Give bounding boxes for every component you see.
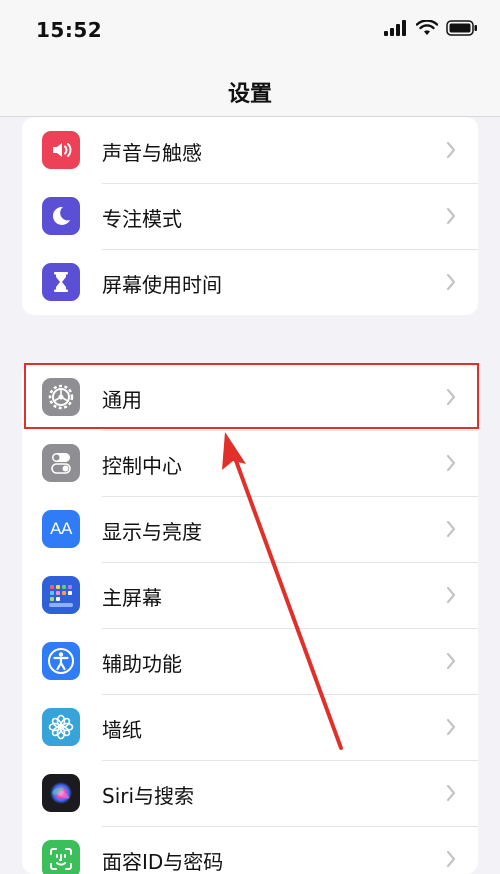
row-separator	[102, 183, 478, 184]
settings-row-face-id[interactable]: 面容ID与密码	[22, 826, 478, 874]
settings-row-label: 主屏幕	[102, 586, 162, 610]
settings-row-focus[interactable]: 专注模式	[22, 183, 478, 249]
chevron-right-icon	[446, 586, 456, 604]
settings-row-display[interactable]: AA 显示与亮度	[22, 496, 478, 562]
settings-row-label: 控制中心	[102, 454, 182, 478]
chevron-right-icon	[446, 141, 456, 159]
home-grid-icon	[42, 576, 80, 614]
wifi-icon	[416, 20, 438, 35]
settings-row-accessibility[interactable]: 辅助功能	[22, 628, 478, 694]
row-separator	[102, 430, 478, 431]
moon-icon	[42, 197, 80, 235]
settings-row-label: 屏幕使用时间	[102, 273, 222, 297]
settings-row-label: 墙纸	[102, 718, 142, 742]
status-time: 15:52	[36, 18, 103, 42]
row-separator	[102, 496, 478, 497]
settings-row-label: 声音与触感	[102, 141, 202, 165]
row-separator	[102, 760, 478, 761]
settings-row-home-screen[interactable]: 主屏幕	[22, 562, 478, 628]
chevron-right-icon	[446, 454, 456, 472]
nav-bar: 设置	[0, 60, 500, 117]
settings-row-label: 通用	[102, 388, 142, 412]
settings-row-label: 辅助功能	[102, 652, 182, 676]
settings-row-label: 显示与亮度	[102, 520, 202, 544]
flower-icon	[42, 708, 80, 746]
settings-group-1: 声音与触感 专注模式 屏幕使用时间	[22, 117, 478, 315]
chevron-right-icon	[446, 388, 456, 406]
speaker-icon	[42, 131, 80, 169]
faceid-icon	[42, 840, 80, 874]
chevron-right-icon	[446, 273, 456, 291]
aa-icon: AA	[42, 510, 80, 548]
aa-icon-text: AA	[50, 519, 72, 538]
settings-row-label: Siri与搜索	[102, 784, 195, 808]
settings-row-siri[interactable]: Siri与搜索	[22, 760, 478, 826]
chevron-right-icon	[446, 850, 456, 868]
settings-row-label: 专注模式	[102, 207, 182, 231]
cellular-signal-icon	[384, 20, 406, 36]
chevron-right-icon	[446, 520, 456, 538]
chevron-right-icon	[446, 784, 456, 802]
siri-icon	[42, 774, 80, 812]
hourglass-icon	[42, 263, 80, 301]
settings-row-label: 面容ID与密码	[102, 850, 224, 874]
status-bar: 15:52	[0, 0, 500, 60]
row-separator	[102, 628, 478, 629]
settings-group-2: 通用 控制中心 AA 显示与亮度 主屏幕 辅助功能 墙纸 Siri与搜索 面容I…	[22, 364, 478, 874]
row-separator	[102, 249, 478, 250]
accessibility-icon	[42, 642, 80, 680]
toggles-icon	[42, 444, 80, 482]
settings-row-control-center[interactable]: 控制中心	[22, 430, 478, 496]
page-title: 设置	[227, 82, 272, 107]
settings-row-sounds[interactable]: 声音与触感	[22, 117, 478, 183]
battery-icon	[446, 20, 477, 36]
status-icons	[384, 20, 478, 36]
chevron-right-icon	[446, 207, 456, 225]
row-separator	[102, 562, 478, 563]
chevron-right-icon	[446, 652, 456, 670]
settings-row-general[interactable]: 通用	[22, 364, 478, 430]
settings-row-screen-time[interactable]: 屏幕使用时间	[22, 249, 478, 315]
chevron-right-icon	[446, 718, 456, 736]
row-separator	[102, 694, 478, 695]
gear-icon	[42, 378, 80, 416]
settings-row-wallpaper[interactable]: 墙纸	[22, 694, 478, 760]
row-separator	[102, 826, 478, 827]
